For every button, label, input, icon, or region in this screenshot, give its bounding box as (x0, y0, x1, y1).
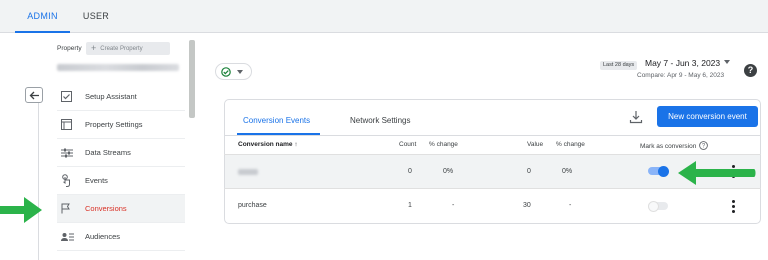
new-conversion-event-button[interactable]: New conversion event (657, 106, 758, 127)
property-label: Property (57, 45, 82, 52)
column-header-name[interactable]: Conversion name ↑ (238, 141, 298, 148)
toggle-knob (648, 200, 659, 212)
arrow-left-icon (29, 91, 39, 99)
nav-item-data-streams[interactable]: Data Streams (57, 139, 185, 167)
audiences-icon (61, 232, 79, 242)
nav-item-label: Setup Assistant (85, 92, 137, 101)
chevron-down-icon (237, 69, 243, 74)
value-change-cell: 0% (562, 168, 573, 175)
tab-network-settings[interactable]: Network Settings (350, 116, 410, 125)
tab-user[interactable]: USER (75, 0, 117, 33)
help-icon[interactable]: ? (744, 64, 757, 77)
tab-conversion-events[interactable]: Conversion Events (243, 116, 310, 125)
value-change-cell: - (569, 202, 572, 209)
annotation-arrow-icon (0, 197, 42, 223)
left-pane-scrollbar[interactable] (189, 40, 195, 118)
nav-item-label: Property Settings (85, 120, 143, 129)
nav-item-property-settings[interactable]: Property Settings (57, 111, 185, 139)
more-vert-icon[interactable] (732, 200, 735, 213)
tab-admin[interactable]: ADMIN (15, 0, 70, 33)
annotation-arrow-icon (678, 161, 756, 185)
flag-icon (61, 203, 79, 214)
column-header-mark-label: Mark as conversion (640, 143, 697, 150)
settings-window-icon (61, 119, 79, 130)
count-change-cell: - (452, 202, 455, 209)
checkbox-icon (61, 91, 79, 102)
nav-guide-line (38, 103, 39, 260)
value-cell: 30 (523, 202, 531, 209)
top-bar: ADMIN USER (0, 0, 768, 33)
compare-range: Compare: Apr 9 - May 6, 2023 (637, 72, 725, 79)
nav-item-events[interactable]: Events (57, 167, 185, 195)
check-circle-icon (221, 66, 231, 77)
row-divider (224, 188, 761, 189)
date-dropdown-icon[interactable] (724, 60, 730, 64)
plus-icon: + (91, 43, 97, 53)
download-icon[interactable] (629, 110, 643, 124)
arrow-up-icon: ↑ (294, 141, 298, 148)
create-property-button[interactable]: + Create Property (86, 42, 170, 55)
column-header-mark: Mark as conversion ? (640, 141, 709, 150)
nav-item-label: Conversions (85, 204, 127, 213)
create-property-label: Create Property (100, 46, 143, 52)
toggle-knob (658, 165, 669, 177)
property-selector-blurred[interactable] (57, 64, 179, 71)
count-change-cell: 0% (443, 168, 454, 175)
value-cell: 0 (527, 168, 531, 175)
conversion-name-cell: purchase (238, 202, 267, 209)
date-range-picker[interactable]: May 7 - Jun 3, 2023 (645, 58, 720, 68)
column-header-value: Value (527, 141, 544, 148)
column-header-count-change: % change (429, 141, 458, 148)
nav-item-conversions[interactable]: Conversions (57, 195, 185, 223)
conversion-name-blurred (238, 169, 258, 175)
column-header-value-change: % change (556, 141, 585, 148)
column-header-name-label: Conversion name (238, 141, 293, 148)
column-header-count: Count (399, 141, 417, 148)
date-preset-badge: Last 28 days (600, 61, 638, 70)
nav-item-label: Events (85, 176, 108, 185)
tabs-divider (224, 135, 761, 136)
nav-item-label: Audiences (85, 232, 121, 241)
count-cell: 0 (408, 168, 412, 175)
touch-icon (61, 174, 79, 187)
status-filter-chip[interactable] (215, 63, 252, 80)
nav-item-label: Data Streams (85, 148, 131, 157)
help-circle-icon[interactable]: ? (699, 141, 709, 150)
count-cell: 1 (408, 202, 412, 209)
nav-item-audiences[interactable]: Audiences (57, 223, 185, 251)
nav-item-setup-assistant[interactable]: Setup Assistant (57, 83, 185, 111)
back-button[interactable] (25, 87, 43, 103)
data-streams-icon (61, 148, 79, 158)
